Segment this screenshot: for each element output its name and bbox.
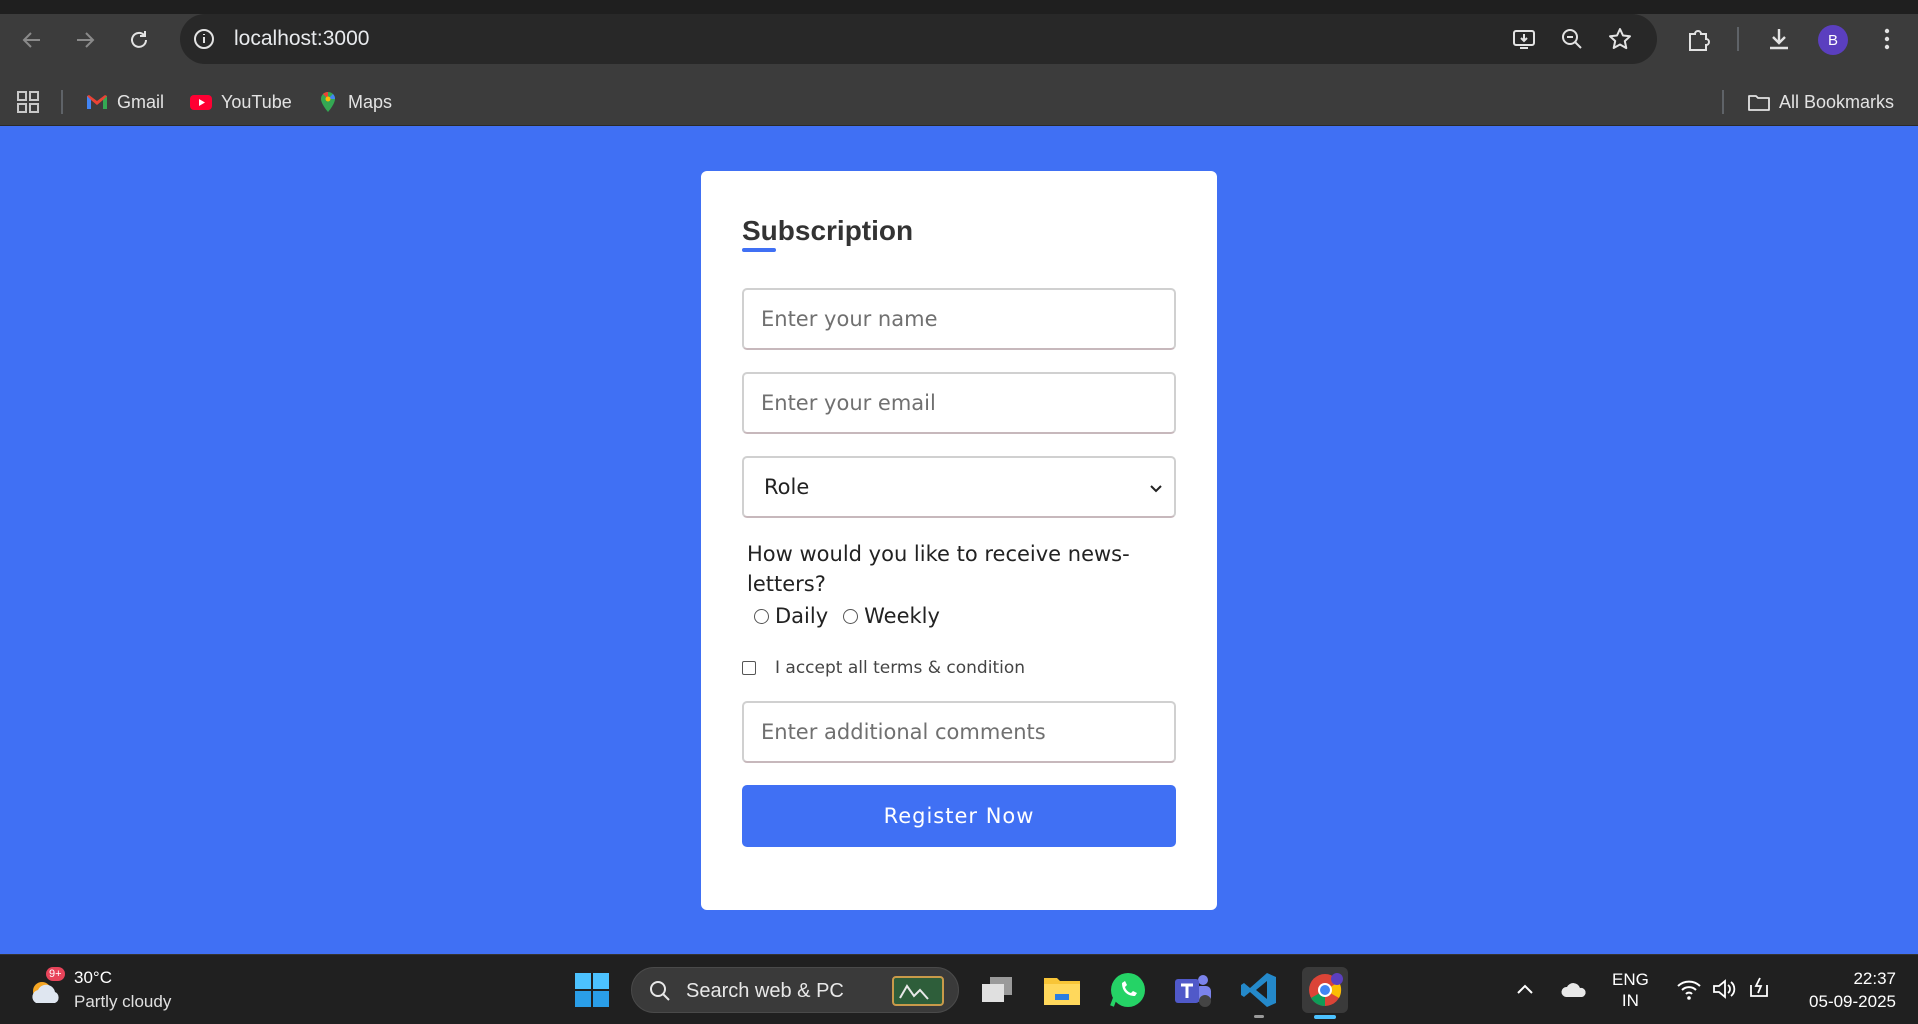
downloads-icon[interactable]: [1764, 24, 1794, 54]
bookmark-gmail[interactable]: Gmail: [85, 90, 164, 114]
task-view-button[interactable]: [974, 967, 1020, 1013]
radio-weekly[interactable]: [843, 608, 859, 624]
whatsapp-button[interactable]: [1105, 967, 1151, 1013]
battery-charging-icon[interactable]: [1746, 975, 1772, 1001]
email-input[interactable]: [744, 374, 1174, 432]
clock-date: 05-09-2025: [1809, 992, 1896, 1011]
back-button[interactable]: [12, 20, 52, 60]
subscription-card: Subscription Role How would you like to …: [701, 171, 1217, 910]
chevron-up-icon[interactable]: [1514, 979, 1536, 1001]
bookmark-star-icon[interactable]: [1606, 25, 1634, 53]
terms-row: I accept all terms & condition: [742, 656, 1025, 680]
system-clock[interactable]: 22:37 05-09-2025: [1809, 967, 1896, 1013]
language-indicator[interactable]: ENG IN: [1612, 969, 1649, 1011]
register-button[interactable]: Register Now: [742, 785, 1176, 847]
newsletter-question: How would you like to receive news-lette…: [747, 542, 1130, 596]
folder-icon: [1748, 95, 1770, 111]
address-bar[interactable]: localhost:3000: [180, 14, 1657, 64]
task-view-icon: [982, 977, 1012, 1002]
role-select[interactable]: Role: [742, 456, 1176, 518]
site-info-icon[interactable]: [190, 25, 218, 53]
profile-avatar[interactable]: B: [1818, 25, 1848, 55]
terms-checkbox[interactable]: [742, 661, 756, 675]
radio-daily[interactable]: [754, 608, 769, 624]
clock-time: 22:37: [1853, 969, 1896, 988]
search-placeholder: Search web & PC: [686, 980, 844, 1002]
vscode-button[interactable]: [1236, 967, 1282, 1013]
browser-toolbar: localhost:3000 B: [0, 0, 1918, 78]
email-field[interactable]: [742, 372, 1176, 434]
radio-weekly-label[interactable]: Weekly: [864, 604, 940, 628]
search-icon: [650, 981, 670, 1001]
weather-condition: Partly cloudy: [74, 992, 172, 1011]
zoom-icon[interactable]: [1558, 25, 1586, 53]
extensions-icon[interactable]: [1684, 24, 1714, 54]
url-text[interactable]: localhost:3000: [234, 27, 369, 51]
start-button[interactable]: [569, 967, 615, 1013]
all-bookmarks-label: All Bookmarks: [1779, 91, 1895, 112]
back-arrow-icon: [22, 32, 40, 48]
radio-daily-label[interactable]: Daily: [775, 604, 828, 628]
region-code: IN: [1621, 991, 1639, 1010]
volume-icon[interactable]: [1711, 977, 1737, 1001]
forward-arrow-icon: [77, 32, 95, 48]
chevron-down-icon: [1150, 485, 1162, 493]
taskbar: 9+ 30°C Partly cloudy Search web & PC EN…: [0, 954, 1918, 1024]
tab-strip: [0, 0, 1918, 14]
bookmark-youtube[interactable]: YouTube: [189, 90, 292, 114]
file-explorer-button[interactable]: [1039, 967, 1085, 1013]
bookmark-maps[interactable]: Maps: [316, 90, 392, 114]
language-code: ENG: [1612, 970, 1649, 989]
onedrive-cloud-icon[interactable]: [1560, 979, 1588, 1001]
role-selected-value: Role: [764, 475, 810, 499]
bookmark-label: Gmail: [117, 91, 165, 112]
bookmarks-divider: [1722, 90, 1724, 114]
toolbar-divider: [1737, 27, 1739, 51]
comments-field[interactable]: [742, 701, 1176, 763]
folder-icon: [1044, 978, 1080, 1005]
teams-button[interactable]: [1170, 967, 1216, 1013]
weather-temp: 30°C: [74, 968, 112, 987]
whatsapp-icon: [1110, 973, 1145, 1007]
reload-button[interactable]: [119, 20, 159, 60]
bookmarks-bar: Gmail YouTube Maps All Bookmarks: [0, 78, 1918, 126]
gmail-icon: [87, 95, 107, 109]
name-input[interactable]: [744, 290, 1174, 348]
name-field[interactable]: [742, 288, 1176, 350]
apps-grid-icon[interactable]: [16, 90, 40, 114]
taskbar-search[interactable]: Search web & PC: [631, 967, 959, 1013]
vscode-running-indicator: [1254, 1015, 1264, 1018]
teams-icon: [1175, 975, 1211, 1007]
install-app-icon[interactable]: [1510, 25, 1538, 53]
search-highlight-icon: [892, 976, 944, 1006]
reload-icon: [131, 31, 147, 48]
weather-widget[interactable]: 9+ 30°C Partly cloudy: [26, 965, 226, 1015]
bookmark-label: YouTube: [221, 91, 292, 112]
weather-badge: 9+: [46, 967, 65, 981]
youtube-icon: [190, 95, 212, 110]
forward-button[interactable]: [65, 20, 105, 60]
all-bookmarks-button[interactable]: All Bookmarks: [1747, 90, 1894, 114]
comments-input[interactable]: [744, 703, 1174, 761]
chrome-button[interactable]: [1302, 967, 1348, 1013]
menu-kebab-icon[interactable]: [1872, 24, 1902, 54]
vscode-icon: [1241, 973, 1276, 1007]
chrome-active-indicator: [1314, 1015, 1336, 1019]
title-underline: [742, 248, 776, 252]
wifi-icon[interactable]: [1676, 977, 1702, 1001]
windows-logo-icon: [575, 973, 609, 1007]
bookmark-label: Maps: [348, 91, 393, 112]
form-title: Subscription: [742, 215, 914, 246]
maps-icon: [321, 91, 336, 112]
chrome-icon: [1309, 973, 1343, 1007]
terms-label[interactable]: I accept all terms & condition: [775, 658, 1025, 678]
newsletter-radio-group: Daily Weekly: [754, 601, 940, 631]
bookmarks-divider: [61, 90, 63, 114]
